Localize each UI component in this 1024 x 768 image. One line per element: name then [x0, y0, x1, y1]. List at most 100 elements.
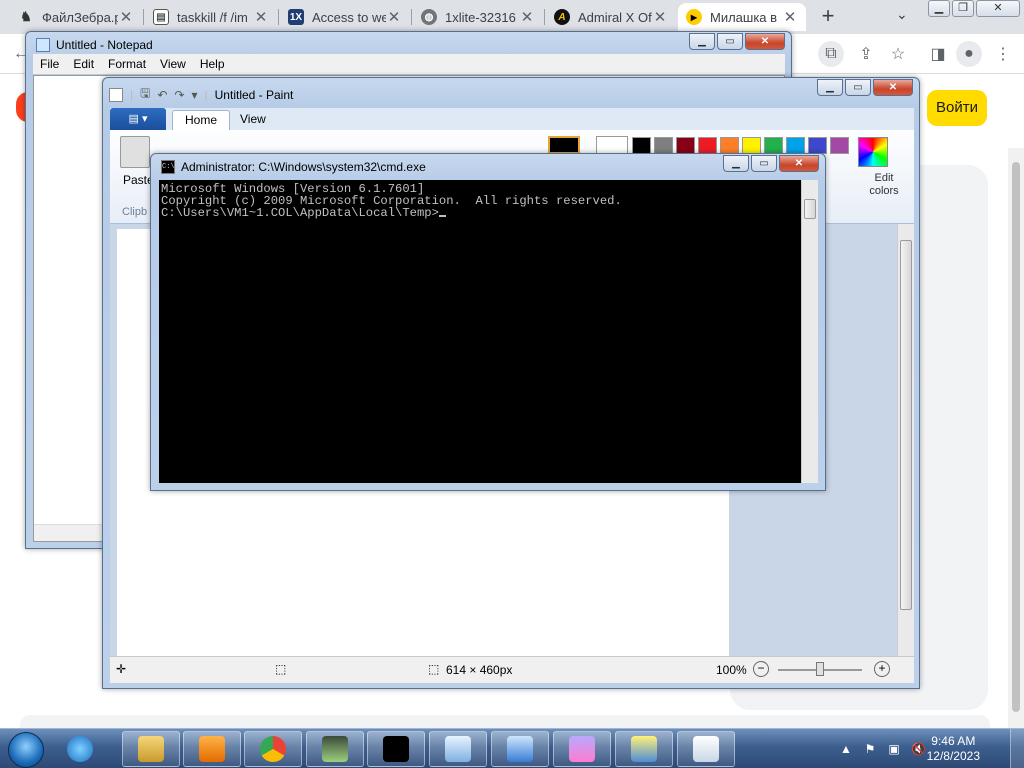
image-size-icon: ⬚ — [428, 662, 440, 676]
save-icon[interactable]: 🖫 — [140, 84, 150, 105]
share-icon[interactable]: ⇪ — [853, 41, 879, 67]
tab-title: Access to we — [312, 9, 386, 25]
notepad-edit-icon — [631, 736, 657, 762]
edit-colors-icon[interactable] — [858, 137, 888, 167]
color-2-selector[interactable] — [596, 136, 628, 154]
close-icon[interactable]: ✕ — [386, 8, 402, 26]
clock[interactable]: 9:46 AM 12/8/2023 — [927, 734, 980, 764]
taskbar-ie-button[interactable] — [60, 731, 100, 767]
admiral-icon: A — [554, 9, 570, 25]
page-scrollbar[interactable] — [1008, 148, 1024, 728]
color-swatch[interactable] — [742, 137, 761, 154]
maximize-button[interactable]: ▭ — [751, 155, 777, 172]
redo-icon[interactable]: ↷ — [174, 88, 184, 102]
color-swatch[interactable] — [720, 137, 739, 154]
tab-title: taskkill /f /im — [177, 9, 248, 25]
menu-icon[interactable]: ⋮ — [990, 41, 1016, 67]
color-swatch[interactable] — [830, 137, 849, 154]
paste-icon[interactable] — [120, 136, 150, 168]
minimize-button[interactable]: ▁ — [723, 155, 749, 172]
star-icon[interactable]: ☆ — [885, 41, 911, 67]
vertical-scrollbar[interactable] — [801, 180, 818, 483]
close-icon[interactable]: ✕ — [118, 8, 134, 26]
new-tab-button[interactable]: + — [816, 4, 840, 30]
tab-fileszebra[interactable]: ♞ ФайлЗебра.р ✕ — [10, 3, 142, 31]
cmd-window: C:\ Administrator: C:\Windows\system32\c… — [150, 153, 826, 491]
console-output[interactable]: Microsoft Windows [Version 6.1.7601] Copy… — [159, 180, 801, 483]
close-button[interactable]: ✕ — [976, 0, 1020, 17]
zoom-out-button[interactable]: − — [753, 661, 769, 677]
network-icon[interactable]: ▣ — [887, 742, 901, 756]
color-swatch[interactable] — [786, 137, 805, 154]
paint-menu-button[interactable]: ▤ ▾ — [110, 108, 166, 130]
clipboard-group-label: Clipb — [122, 206, 148, 218]
close-icon[interactable]: ✕ — [253, 8, 269, 26]
window-title: Administrator: C:\Windows\system32\cmd.e… — [181, 160, 426, 174]
window-title: Untitled - Paint — [214, 87, 294, 102]
minimize-button[interactable]: ▁ — [689, 33, 715, 50]
menu-format[interactable]: Format — [101, 54, 153, 74]
maximize-button[interactable]: ❐ — [952, 0, 974, 17]
tab-admiral[interactable]: A Admiral X Of ✕ — [546, 3, 676, 31]
taskbar-paint-button[interactable] — [677, 731, 735, 767]
maximize-button[interactable]: ▭ — [845, 79, 871, 96]
edit-colors-label[interactable]: Edit colors — [862, 172, 906, 198]
start-button[interactable] — [8, 732, 44, 768]
maximize-button[interactable]: ▭ — [717, 33, 743, 50]
taskbar-cmd-button[interactable] — [367, 731, 425, 767]
translate-icon[interactable]: ⧉ — [818, 41, 844, 67]
tab-milashka[interactable]: ▶ Милашка в ✕ — [678, 3, 806, 31]
login-button[interactable]: Войти — [927, 90, 987, 126]
close-icon[interactable]: ✕ — [519, 8, 535, 26]
minimize-button[interactable]: ▁ — [817, 79, 843, 96]
taskbar-chrome-button[interactable] — [244, 731, 302, 767]
color-swatch[interactable] — [764, 137, 783, 154]
side-panel-icon[interactable]: ◨ — [925, 41, 951, 67]
minimize-button[interactable]: ▁ — [928, 0, 950, 17]
color-swatch[interactable] — [698, 137, 717, 154]
paint-icon — [109, 87, 123, 102]
taskbar-monitor-app-button[interactable] — [306, 731, 364, 767]
action-center-icon[interactable]: ⚑ — [863, 742, 877, 756]
color-swatch[interactable] — [808, 137, 827, 154]
volume-icon[interactable]: 🔇 — [911, 742, 926, 756]
undo-icon[interactable]: ↶ — [157, 88, 167, 102]
cursor-position-icon: ✛ — [116, 662, 127, 676]
menu-help[interactable]: Help — [193, 54, 232, 74]
customize-dropdown-icon[interactable]: ▾ — [191, 88, 197, 102]
ie-icon — [67, 736, 93, 762]
close-button[interactable]: ✕ — [745, 33, 785, 50]
chevron-down-icon[interactable]: ⌄ — [896, 6, 908, 23]
taskbar-infinity-app-button[interactable] — [553, 731, 611, 767]
taskbar-explorer-button[interactable] — [122, 731, 180, 767]
menu-edit[interactable]: Edit — [66, 54, 101, 74]
show-hidden-icons-icon[interactable]: ▲ — [839, 742, 853, 756]
tab-strip: ♞ ФайлЗебра.р ✕ ▤ taskkill /f /im ✕ 1X A… — [0, 0, 1024, 34]
vertical-scrollbar[interactable] — [897, 224, 914, 656]
taskbar-media-player-button[interactable] — [183, 731, 241, 767]
color-swatch[interactable] — [632, 137, 651, 154]
generic-app-icon — [445, 736, 471, 762]
color-swatch[interactable] — [654, 137, 673, 154]
close-button[interactable]: ✕ — [873, 79, 913, 96]
profile-icon[interactable]: ● — [956, 41, 982, 67]
taskbar-generic-app-button[interactable] — [429, 731, 487, 767]
tab-1xlite[interactable]: ◍ 1xlite-32316 ✕ — [413, 3, 543, 31]
tab-home[interactable]: Home — [172, 110, 231, 130]
menu-view[interactable]: View — [153, 54, 193, 74]
color-swatch[interactable] — [676, 137, 695, 154]
tab-taskkill[interactable]: ▤ taskkill /f /im ✕ — [145, 3, 277, 31]
tab-view[interactable]: View — [228, 110, 278, 130]
close-icon[interactable]: ✕ — [652, 8, 668, 26]
menu-file[interactable]: File — [33, 54, 66, 74]
zoom-in-button[interactable]: + — [874, 661, 890, 677]
color-1-selector[interactable] — [548, 136, 580, 154]
zoom-slider-thumb[interactable] — [816, 662, 824, 676]
clock-time: 9:46 AM — [931, 734, 976, 748]
close-button[interactable]: ✕ — [779, 155, 819, 172]
close-icon[interactable]: ✕ — [782, 8, 798, 26]
taskbar-network-app-button[interactable] — [491, 731, 549, 767]
tab-access[interactable]: 1X Access to we ✕ — [280, 3, 410, 31]
show-desktop-button[interactable] — [1010, 729, 1024, 768]
taskbar-notepad-edit-button[interactable] — [615, 731, 673, 767]
